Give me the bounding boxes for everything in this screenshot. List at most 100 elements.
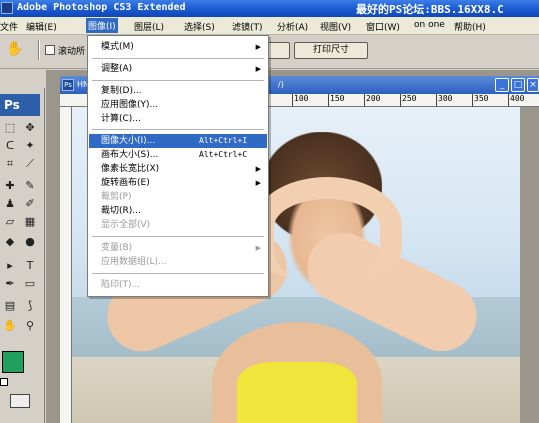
move-tool-icon[interactable]: ✥ (22, 120, 38, 135)
options-bar: ✋ 滚动所 打印尺寸 (0, 35, 539, 69)
menu-divider (92, 236, 264, 237)
document-icon: Ps (62, 79, 74, 91)
submenu-arrow-icon: ▶ (255, 65, 261, 73)
marquee-tool-icon[interactable]: ⬚ (2, 120, 18, 135)
maximize-button[interactable]: □ (511, 78, 525, 92)
ruler-label: 200 (366, 94, 381, 103)
magic-wand-icon[interactable]: ✦ (22, 138, 38, 153)
dodge-tool-icon[interactable]: ● (22, 234, 38, 249)
menu-help[interactable]: 帮助(H) (454, 20, 486, 33)
menu-item-canvas-size[interactable]: 画布大小(S)... Alt+Ctrl+C (89, 148, 267, 162)
menu-analysis[interactable]: 分析(A) (277, 20, 308, 33)
menu-divider (92, 129, 264, 130)
submenu-arrow-icon: ▶ (255, 244, 261, 252)
menu-item-label: 裁切(R)... (101, 206, 141, 216)
fit-screen-button[interactable] (266, 42, 290, 59)
hand-tool-icon[interactable]: ✋ (6, 41, 23, 57)
history-brush-icon[interactable]: ✐ (22, 196, 38, 211)
menu-item-label: 陷印(T)... (101, 280, 141, 290)
menu-item-apply-image[interactable]: 应用图像(Y)... (89, 98, 267, 112)
healing-brush-icon[interactable]: ✚ (2, 178, 18, 193)
brush-tool-icon[interactable]: ✎ (22, 178, 38, 193)
ruler-label: 100 (294, 94, 309, 103)
title-bar: Adobe Photoshop CS3 Extended 最好的PS论坛:BBS… (0, 0, 539, 17)
menu-item-apply-data-set[interactable]: 应用数据组(L)... (89, 255, 267, 269)
foreground-color-swatch[interactable] (2, 351, 24, 373)
eraser-tool-icon[interactable]: ▱ (2, 214, 18, 229)
menu-item-label: 计算(C)... (101, 114, 141, 124)
menu-item-shortcut: Alt+Ctrl+I (199, 136, 248, 145)
menu-item-rotate-canvas[interactable]: 旋转画布(E) ▶ (89, 176, 267, 190)
menu-item-variables[interactable]: 变量(B) ▶ (89, 241, 267, 255)
menu-file[interactable]: 文件 (0, 20, 18, 33)
menu-window[interactable]: 窗口(W) (366, 20, 400, 33)
path-select-icon[interactable]: ▸ (2, 258, 18, 273)
document-name-tail: /) (278, 80, 284, 89)
menu-item-label: 画布大小(S)... (101, 150, 159, 160)
notes-tool-icon[interactable]: ▤ (2, 298, 18, 313)
submenu-arrow-icon: ▶ (255, 43, 261, 51)
ruler-label: 300 (438, 94, 453, 103)
menu-item-image-size[interactable]: 图像大小(I)... Alt+Ctrl+I (89, 134, 267, 148)
menu-item-calculations[interactable]: 计算(C)... (89, 112, 267, 126)
zoom-tool-icon[interactable]: ⚲ (22, 318, 38, 333)
ruler-label: 150 (330, 94, 345, 103)
ruler-tick (364, 94, 365, 107)
clone-stamp-icon[interactable]: ♟ (2, 196, 18, 211)
menu-item-shortcut: Alt+Ctrl+C (199, 150, 248, 159)
minimize-button[interactable]: _ (495, 78, 509, 92)
menu-item-reveal-all[interactable]: 显示全部(V) (89, 218, 267, 232)
menu-item-label: 复制(D)... (101, 86, 142, 96)
menu-layer[interactable]: 图层(L) (134, 20, 164, 33)
menu-divider (92, 273, 264, 274)
menu-item-trap[interactable]: 陷印(T)... (89, 278, 267, 292)
shape-tool-icon[interactable]: ▭ (22, 276, 38, 291)
submenu-arrow-icon: ▶ (255, 179, 261, 187)
blur-tool-icon[interactable]: ◆ (2, 234, 18, 249)
crop-tool-icon[interactable]: ⌗ (2, 156, 18, 171)
ps-logo: Ps (0, 94, 40, 116)
image-menu-dropdown: 模式(M) ▶ 调整(A) ▶ 复制(D)... 应用图像(Y)... 计算(C… (87, 35, 269, 297)
menu-item-label: 应用数据组(L)... (101, 257, 167, 267)
menu-onone[interactable]: on one (414, 20, 445, 30)
menu-filter[interactable]: 滤镜(T) (232, 20, 263, 33)
ruler-tick (472, 94, 473, 107)
toolbox: Ps ⬚ ✥ ᑕ ✦ ⌗ ⟋ ✚ ✎ ♟ ✐ ▱ ▦ ◆ ● ▸ T ✒ ▭ ▤… (0, 88, 45, 423)
slice-tool-icon[interactable]: ⟋ (22, 156, 38, 171)
menu-item-label: 裁剪(P) (101, 192, 132, 202)
menu-view[interactable]: 视图(V) (320, 20, 351, 33)
menu-item-adjust[interactable]: 调整(A) ▶ (89, 62, 267, 76)
photoshop-app-icon[interactable] (1, 2, 13, 14)
menu-item-mode[interactable]: 模式(M) ▶ (89, 40, 267, 54)
menu-item-pixel-aspect[interactable]: 像素长宽比(X) ▶ (89, 162, 267, 176)
scroll-all-windows-checkbox[interactable] (45, 45, 55, 55)
type-tool-icon[interactable]: T (22, 258, 38, 273)
default-colors-icon[interactable] (0, 378, 8, 386)
menu-item-trim[interactable]: 裁切(R)... (89, 204, 267, 218)
menu-item-duplicate[interactable]: 复制(D)... (89, 84, 267, 98)
menu-item-crop[interactable]: 裁剪(P) (89, 190, 267, 204)
menu-image[interactable]: 图像(I) (86, 18, 118, 33)
menu-edit[interactable]: 编辑(E) (26, 20, 57, 33)
ruler-label: 400 (510, 94, 525, 103)
menu-item-label: 调整(A) (101, 64, 133, 74)
close-button[interactable]: × (527, 78, 539, 92)
options-separator (38, 40, 40, 60)
gradient-tool-icon[interactable]: ▦ (22, 214, 38, 229)
menu-select[interactable]: 选择(S) (184, 20, 215, 33)
print-size-button[interactable]: 打印尺寸 (294, 42, 368, 59)
ruler-tick (292, 94, 293, 107)
submenu-arrow-icon: ▶ (255, 165, 261, 173)
quick-mask-icon[interactable] (10, 394, 30, 408)
eyedropper-icon[interactable]: ⟆ (22, 298, 38, 313)
lasso-tool-icon[interactable]: ᑕ (2, 138, 18, 153)
menu-item-label: 显示全部(V) (101, 220, 151, 230)
hand-tool-box-icon[interactable]: ✋ (2, 318, 18, 333)
vertical-ruler (60, 107, 72, 423)
menu-item-label: 模式(M) (101, 42, 134, 52)
ruler-label: 250 (402, 94, 417, 103)
ruler-tick (508, 94, 509, 107)
menu-bar: 文件 编辑(E) 图像(I) 图层(L) 选择(S) 滤镜(T) 分析(A) 视… (0, 17, 539, 35)
pen-tool-icon[interactable]: ✒ (2, 276, 18, 291)
photo-heart-hands (252, 177, 402, 277)
